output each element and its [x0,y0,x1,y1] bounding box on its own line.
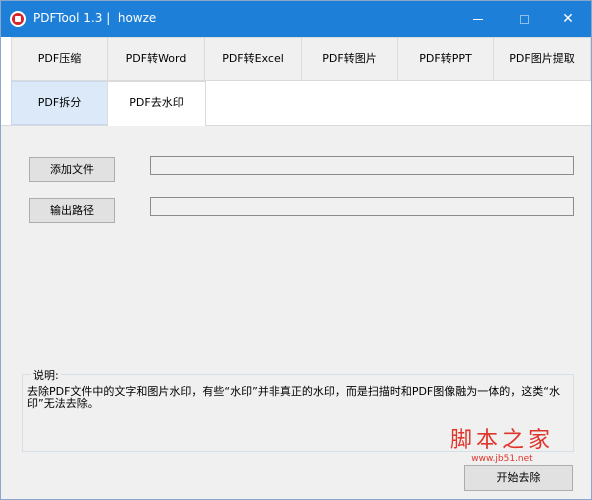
output-path-button[interactable]: 输出路径 [29,198,115,223]
watermark-text: 脚本之家 [449,428,554,453]
close-icon: ✕ [562,11,574,27]
description-title: 说明: [31,367,61,383]
tab-pdf-compress[interactable]: PDF压缩 [11,37,108,81]
tab-pdf-to-word[interactable]: PDF转Word [107,37,205,81]
maximize-icon [519,14,529,24]
minimize-icon [473,18,483,20]
tab-pdf-remove-watermark[interactable]: PDF去水印 [107,81,206,127]
tab-pdf-split[interactable]: PDF拆分 [11,81,108,125]
file-path-field[interactable] [150,156,574,175]
description-text: 去除PDF文件中的文字和图片水印，有些“水印”并非真正的水印，而是扫描时和PDF… [27,385,560,410]
close-button[interactable]: ✕ [545,1,591,37]
tab-pdf-to-ppt[interactable]: PDF转PPT [397,37,494,81]
tab-pdf-image-extract[interactable]: PDF图片提取 [493,37,591,81]
maximize-button[interactable] [501,1,547,37]
tab-strip: PDF压缩 PDF转Word PDF转Excel PDF转图片 PDF转PPT … [1,37,591,127]
watermark-url: www.jb51.net [471,454,533,464]
tab-pdf-to-excel[interactable]: PDF转Excel [204,37,302,81]
start-remove-button[interactable]: 开始去除 [464,465,573,491]
add-file-button[interactable]: 添加文件 [29,157,115,182]
site-watermark: 脚本之家 www.jb51.net [447,428,557,464]
tab-pdf-to-image[interactable]: PDF转图片 [301,37,398,81]
window-title: PDFTool 1.3 | howze [33,11,157,25]
title-bar[interactable]: PDFTool 1.3 | howze ✕ [1,1,591,37]
app-logo-icon [10,11,26,27]
minimize-button[interactable] [455,1,501,37]
remove-watermark-panel: 添加文件 输出路径 说明: 去除PDF文件中的文字和图片水印，有些“水印”并非真… [1,126,591,499]
app-window: PDFTool 1.3 | howze ✕ PDF压缩 PDF转Word PDF… [0,0,592,500]
output-path-field[interactable] [150,197,574,216]
